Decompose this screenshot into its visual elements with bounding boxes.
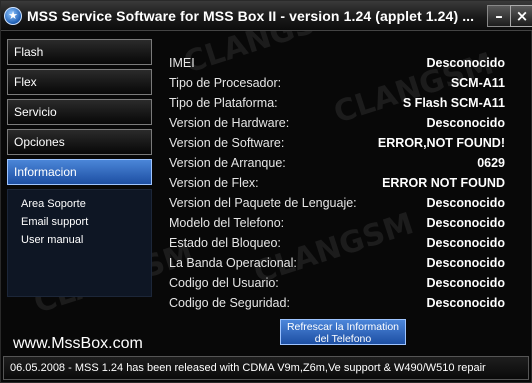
info-value: Desconocido [426, 296, 506, 310]
info-row-language-pack: Version del Paquete de Lenguaje: Descono… [167, 196, 507, 214]
window-title: MSS Service Software for MSS Box II - ve… [27, 8, 475, 24]
sidebar-item-informacion[interactable]: Informacion [7, 159, 152, 185]
info-row-hardware: Version de Hardware: Desconocido [167, 116, 507, 134]
info-value: Desconocido [426, 216, 506, 230]
info-label: Version de Arranque: [169, 156, 286, 170]
info-label: Modelo del Telefono: [169, 216, 285, 230]
info-value: Desconocido [426, 116, 506, 130]
info-value: ERROR NOT FOUND [382, 176, 505, 190]
app-logo-icon: ★ [4, 7, 22, 25]
sidebar-item-flash[interactable]: Flash [7, 39, 152, 65]
info-label: La Banda Operacional: [169, 256, 297, 270]
info-label: Codigo de Seguridad: [169, 296, 290, 310]
info-value: Desconocido [426, 196, 506, 210]
info-value: Desconocido [426, 56, 506, 70]
informacion-submenu: Area Soporte Email support User manual [7, 189, 152, 297]
info-label: Version de Hardware: [169, 116, 290, 130]
info-value: Desconocido [426, 276, 506, 290]
submenu-item-user-manual[interactable]: User manual [21, 234, 83, 246]
sidebar: Flash Flex Servicio Opciones Informacion… [7, 37, 153, 357]
info-row-flex: Version de Flex: ERROR NOT FOUND [167, 176, 507, 194]
website-link[interactable]: www.MssBox.com [13, 335, 143, 353]
info-label: Tipo de Plataforma: [169, 96, 278, 110]
info-row-platform: Tipo de Plataforma: S Flash SCM-A11 [167, 96, 507, 114]
info-row-bootloader: Version de Arranque: 0629 [167, 156, 507, 174]
submenu-item-area-soporte[interactable]: Area Soporte [21, 198, 86, 210]
info-label: Version del Paquete de Lenguaje: [169, 196, 357, 210]
info-row-user-code: Codigo del Usuario: Desconocido [167, 276, 507, 294]
info-row-lock-status: Estado del Bloqueo: Desconocido [167, 236, 507, 254]
info-label: Codigo del Usuario: [169, 276, 279, 290]
info-value: ERROR,NOT FOUND! [377, 136, 505, 150]
info-value: Desconocido [426, 236, 506, 250]
info-value: SCM-A11 [450, 76, 505, 90]
info-value: Desconocido [426, 256, 506, 270]
submenu-item-email-support[interactable]: Email support [21, 216, 88, 228]
sidebar-item-flex[interactable]: Flex [7, 69, 152, 95]
info-row-imei: IMEI Desconocido [167, 56, 507, 74]
close-button[interactable]: × [510, 5, 532, 27]
info-label: Version de Flex: [169, 176, 259, 190]
info-label: Version de Software: [169, 136, 285, 150]
refresh-button-label-line1: Refrescar la Information [286, 321, 400, 333]
sidebar-item-servicio[interactable]: Servicio [7, 99, 152, 125]
title-bar[interactable]: ★ MSS Service Software for MSS Box II - … [1, 1, 532, 31]
minimize-button[interactable]: – [487, 5, 511, 27]
info-value: S Flash SCM-A11 [402, 96, 505, 110]
info-row-band: La Banda Operacional: Desconocido [167, 256, 507, 274]
status-bar: 06.05.2008 - MSS 1.24 has been released … [3, 356, 529, 380]
refresh-button-label-line2: del Telefono [314, 333, 372, 345]
info-row-security-code: Codigo de Seguridad: Desconocido [167, 296, 507, 314]
info-row-model: Modelo del Telefono: Desconocido [167, 216, 507, 234]
info-row-processor: Tipo de Procesador: SCM-A11 [167, 76, 507, 94]
info-value: 0629 [477, 156, 505, 170]
app-window: CLANGSM CLANGSM CLANGSM CLANGSM ★ MSS Se… [0, 0, 532, 383]
info-row-software: Version de Software: ERROR,NOT FOUND! [167, 136, 507, 154]
info-label: Tipo de Procesador: [169, 76, 282, 90]
sidebar-item-opciones[interactable]: Opciones [7, 129, 152, 155]
refresh-phone-info-button[interactable]: Refrescar la Information del Telefono [280, 319, 406, 345]
info-label: IMEI [169, 56, 195, 70]
info-label: Estado del Bloqueo: [169, 236, 281, 250]
